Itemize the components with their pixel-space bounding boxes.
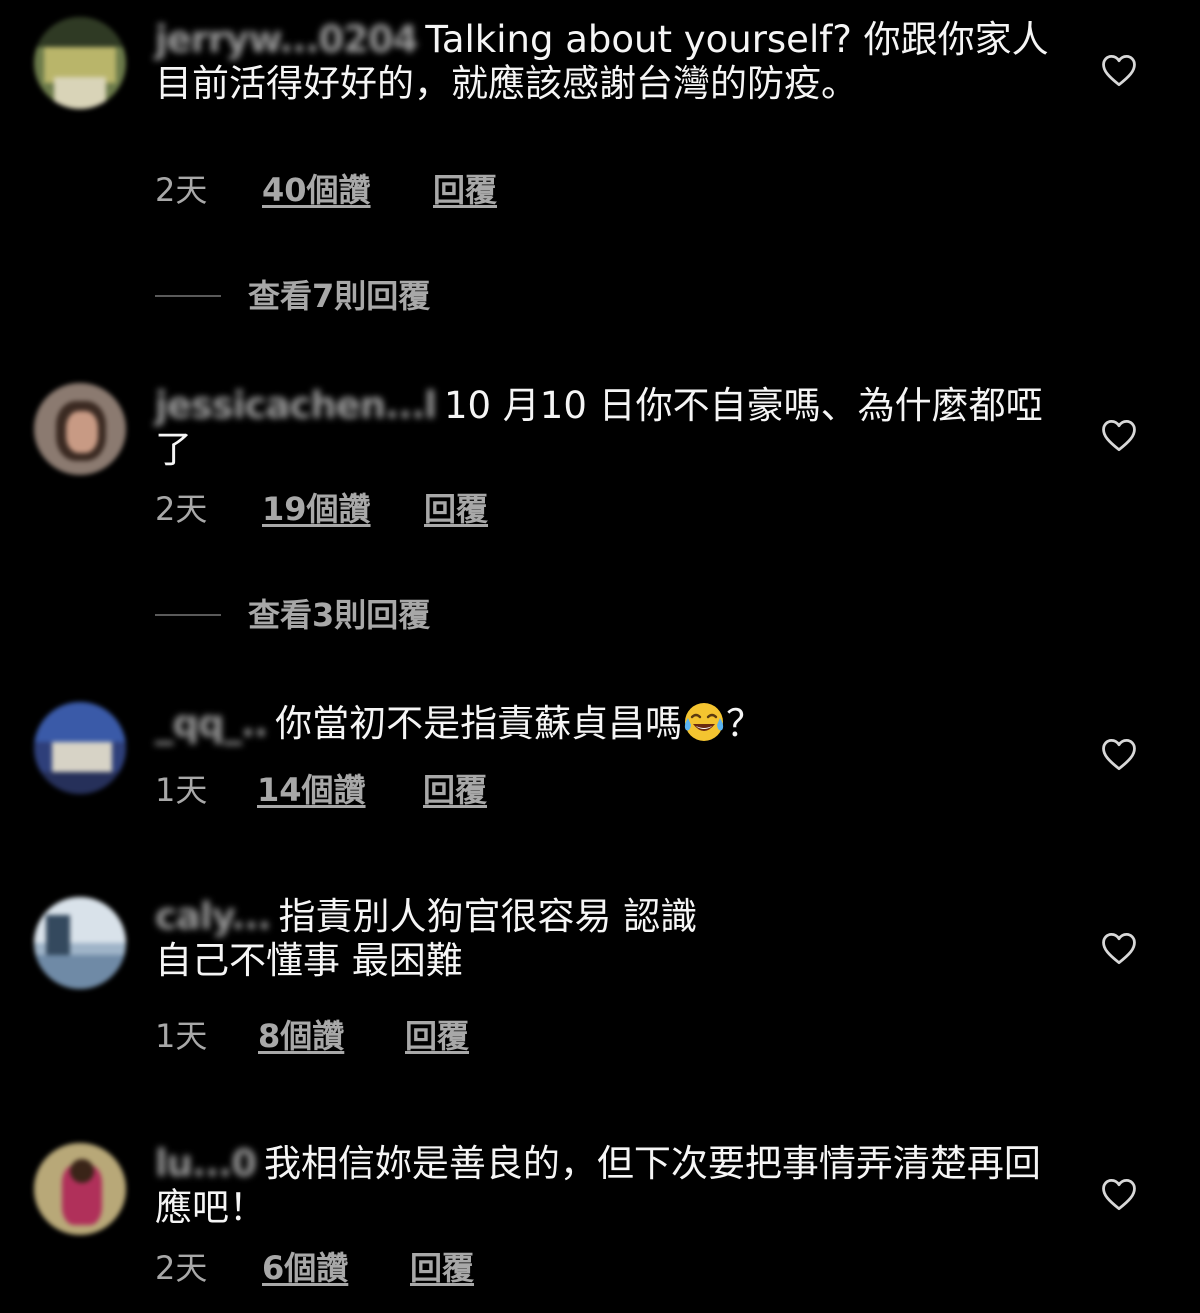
view-replies-button[interactable]: 查看7則回覆 <box>155 276 475 316</box>
face-with-tears-of-joy-icon <box>684 703 724 741</box>
heart-outline-icon[interactable] <box>1100 737 1138 771</box>
comment-body: jerryw...0204 Talking about yourself? 你跟你… <box>155 18 1055 106</box>
likes-count[interactable]: 8個讚 <box>258 1016 344 1056</box>
timestamp: 2天 <box>155 171 208 209</box>
timestamp: 2天 <box>155 1249 208 1287</box>
likes-count[interactable]: 6個讚 <box>262 1248 348 1288</box>
timestamp: 1天 <box>155 1017 208 1055</box>
heart-outline-icon[interactable] <box>1100 931 1138 965</box>
reply-button[interactable]: 回覆 <box>424 489 488 529</box>
username[interactable]: jessicachen...l <box>155 384 437 428</box>
heart-outline-icon[interactable] <box>1100 418 1138 452</box>
username[interactable]: caly... <box>155 895 271 939</box>
avatar[interactable] <box>34 1143 126 1235</box>
likes-count[interactable]: 14個讚 <box>257 770 366 810</box>
avatar[interactable] <box>34 383 126 475</box>
divider-line <box>155 614 221 616</box>
username[interactable]: _qq_.. <box>155 702 268 746</box>
view-replies-label: 查看3則回覆 <box>248 596 431 634</box>
comment-body: caly... 指責別人狗官很容易 認識自己不懂事 最困難 <box>155 895 715 983</box>
avatar[interactable] <box>34 897 126 989</box>
avatar[interactable] <box>34 702 126 794</box>
comment-text: 我相信妳是善良的，但下次要把事情弄清楚再回應吧！ <box>155 1142 1041 1229</box>
comment-body: _qq_.. 你當初不是指責蘇貞昌嗎 ？ <box>155 700 1055 746</box>
reply-button[interactable]: 回覆 <box>405 1016 469 1056</box>
view-replies-button[interactable]: 查看3則回覆 <box>155 595 475 635</box>
reply-button[interactable]: 回覆 <box>423 770 487 810</box>
avatar[interactable] <box>34 17 126 109</box>
likes-count[interactable]: 19個讚 <box>262 489 371 529</box>
comment-text-suffix: ？ <box>726 702 764 745</box>
comment-body: jessicachen...l 10 月10 日你不自豪嗎、為什麼都啞了 <box>155 384 1055 472</box>
timestamp: 2天 <box>155 490 208 528</box>
reply-button[interactable]: 回覆 <box>433 170 497 210</box>
username[interactable]: jerryw...0204 <box>155 18 418 62</box>
comment-text: 你當初不是指責蘇貞昌嗎 <box>275 702 683 745</box>
username[interactable]: lu...0 <box>155 1142 257 1186</box>
heart-outline-icon[interactable] <box>1100 1177 1138 1211</box>
divider-line <box>155 295 221 297</box>
comment-body: lu...0 我相信妳是善良的，但下次要把事情弄清楚再回應吧！ <box>155 1142 1055 1230</box>
view-replies-label: 查看7則回覆 <box>248 277 431 315</box>
heart-outline-icon[interactable] <box>1100 53 1138 87</box>
likes-count[interactable]: 40個讚 <box>262 170 371 210</box>
reply-button[interactable]: 回覆 <box>410 1248 474 1288</box>
timestamp: 1天 <box>155 771 208 809</box>
